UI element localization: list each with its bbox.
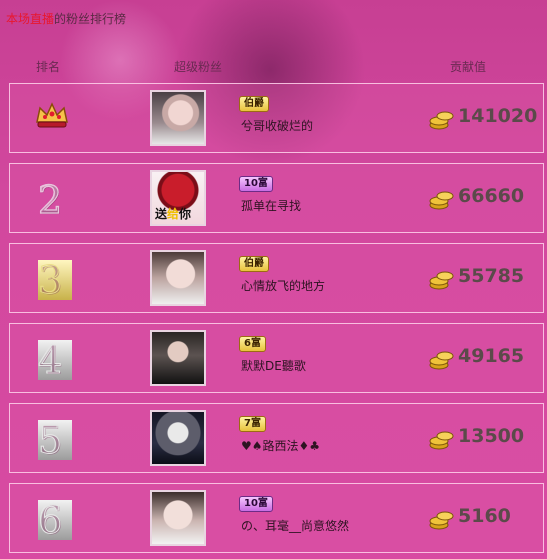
avatar[interactable] — [150, 90, 206, 146]
coins-icon — [429, 111, 454, 130]
coins-icon — [429, 431, 454, 450]
avatar[interactable] — [150, 250, 206, 306]
contribution-value: 141020 — [458, 105, 538, 127]
title-rest: 的粉丝排行榜 — [54, 12, 127, 26]
avatar[interactable] — [150, 410, 206, 466]
rank-number: 2 — [37, 179, 72, 220]
contribution-value: 49165 — [458, 345, 525, 367]
fan-name[interactable]: ♥♠路西法♦♣ — [241, 437, 320, 454]
avatar[interactable]: 送给你 — [150, 170, 206, 226]
fan-name[interactable]: 心情放飞的地方 — [241, 277, 325, 294]
avatar[interactable] — [150, 330, 206, 386]
fan-level-badge: 6富 — [239, 336, 266, 352]
table-row[interactable]: 3 伯爵 心情放飞的地方 55785 — [9, 243, 544, 313]
coins-icon — [429, 271, 454, 290]
fan-level-badge: 10富 — [239, 496, 273, 512]
contribution-value: 55785 — [458, 265, 525, 287]
table-row[interactable]: 5 7富 ♥♠路西法♦♣ 13500 — [9, 403, 544, 473]
avatar-caption-1: 送 — [155, 207, 168, 221]
fan-name[interactable]: 孤单在寻找 — [241, 197, 301, 214]
contribution-value: 66660 — [458, 185, 525, 207]
fan-level-badge: 伯爵 — [239, 256, 269, 272]
avatar[interactable] — [150, 490, 206, 546]
fan-name[interactable]: の、耳毫__尚意悠然 — [241, 517, 349, 534]
fan-name[interactable]: 默默DE聽歌 — [241, 357, 306, 374]
coins-icon — [429, 191, 454, 210]
contribution-value: 5160 — [458, 505, 511, 527]
table-header: 排名 超级粉丝 贡献值 — [0, 58, 547, 74]
table-row[interactable]: 2 送给你 10富 孤单在寻找 66660 — [9, 163, 544, 233]
table-row[interactable]: 4 6富 默默DE聽歌 49165 — [9, 323, 544, 393]
rank-number: 6 — [38, 500, 72, 541]
crown-icon — [32, 100, 72, 138]
contribution-value: 13500 — [458, 425, 525, 447]
header-contrib: 贡献值 — [450, 60, 487, 74]
table-row[interactable]: 6 10富 の、耳毫__尚意悠然 5160 — [9, 483, 544, 553]
avatar-caption-2: 给 — [167, 207, 180, 221]
fan-level-badge: 伯爵 — [239, 96, 269, 112]
title-highlight: 本场直播 — [6, 12, 55, 26]
rank-number: 3 — [38, 260, 72, 301]
fan-level-badge: 10富 — [239, 176, 273, 192]
coins-icon — [429, 351, 454, 370]
coins-icon — [429, 511, 454, 530]
page-title: 本场直播的粉丝排行榜 — [6, 10, 126, 27]
fan-level-badge: 7富 — [239, 416, 266, 432]
header-rank: 排名 — [36, 60, 61, 74]
rank-number: 4 — [38, 340, 72, 381]
table-row[interactable]: 伯爵 兮哥收破烂的 141020 — [9, 83, 544, 153]
fan-name[interactable]: 兮哥收破烂的 — [241, 117, 313, 134]
avatar-caption: 送给你 — [155, 205, 191, 222]
header-fan: 超级粉丝 — [174, 60, 223, 74]
avatar-caption-3: 你 — [179, 207, 192, 221]
rank-number: 5 — [38, 420, 72, 461]
